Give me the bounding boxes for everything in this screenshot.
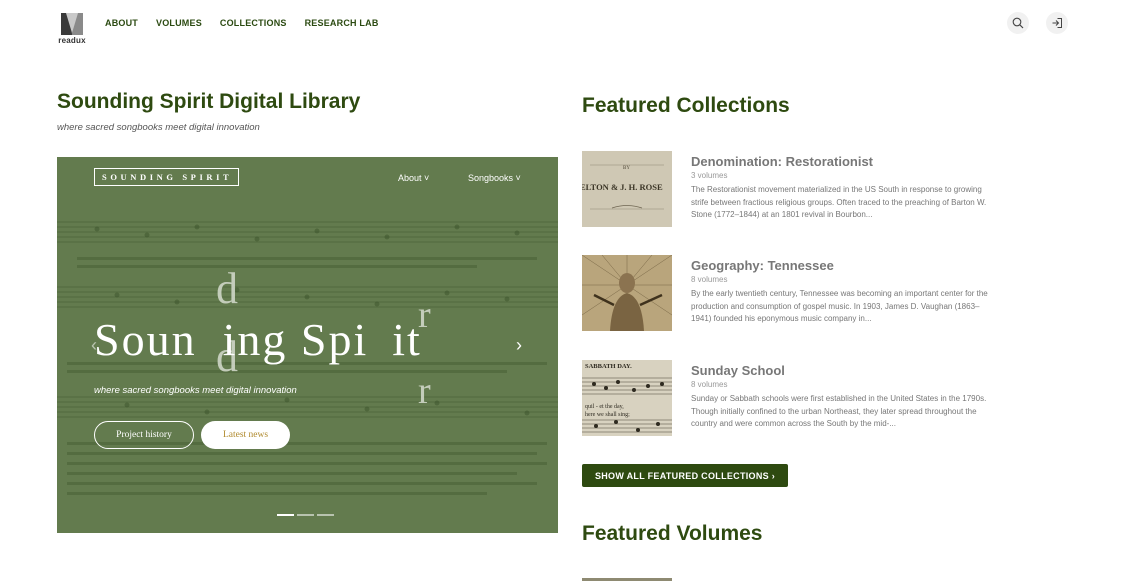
collection-name[interactable]: Sunday School [691,363,785,378]
hero-menu-about[interactable]: About ˅ [398,173,429,183]
floating-letter: r [418,370,431,412]
collection-card[interactable]: Geography: Tennessee 8 volumes By the ea… [582,255,1002,335]
readux-logo[interactable]: readux [57,13,87,45]
nav-volumes[interactable]: VOLUMES [156,18,202,28]
carousel-dot[interactable] [277,514,294,516]
carousel-indicators [277,514,334,516]
carousel-prev-icon[interactable]: ‹ [87,333,101,357]
hero-title-part: ing Spi [222,314,369,365]
collection-volume-count: 8 volumes [691,275,728,284]
search-button[interactable] [1007,12,1029,34]
floating-letter: d [216,264,238,313]
thumbnail-text: ELTON & J. H. ROSE [582,182,663,192]
collection-thumbnail[interactable] [582,255,672,331]
collection-thumbnail[interactable]: BY ELTON & J. H. ROSE [582,151,672,227]
collection-volume-count: 8 volumes [691,380,728,389]
site-header: readux ABOUT VOLUMES COLLECTIONS RESEARC… [0,0,1140,52]
main-nav: ABOUT VOLUMES COLLECTIONS RESEARCH LAB [105,18,379,28]
collection-name[interactable]: Denomination: Restorationist [691,154,873,169]
collection-volume-count: 3 volumes [691,171,728,180]
thumbnail-text: here we shall sing; [585,412,630,418]
latest-news-button[interactable]: Latest news [201,421,290,449]
readux-logo-icon [61,13,83,35]
collection-card[interactable]: SABBATH DAY. quil - et the day, here we … [582,360,1002,440]
thumbnail-text: SABBATH DAY. [585,363,632,370]
featured-collections-title: Featured Collections [582,94,790,117]
hero-title-part: Soun [94,314,197,365]
show-all-collections-button[interactable]: SHOW ALL FEATURED COLLECTIONS › [582,464,788,487]
collection-description: By the early twentieth century, Tennesse… [691,289,988,323]
library-title: Sounding Spirit Digital Library [57,90,361,113]
thumbnail-text: quil - et the day, [585,404,624,410]
hero-carousel[interactable]: SOUNDING SPIRIT About ˅ Songbooks ˅ d d … [57,157,558,533]
nav-collections[interactable]: COLLECTIONS [220,18,287,28]
hero-title: Soun ing Spi it [94,313,422,366]
collection-name[interactable]: Geography: Tennessee [691,258,834,273]
carousel-dot[interactable] [297,514,314,516]
nav-research-lab[interactable]: RESEARCH LAB [305,18,379,28]
collection-card[interactable]: BY ELTON & J. H. ROSE Denomination: Rest… [582,151,1002,231]
project-history-button[interactable]: Project history [94,421,194,449]
search-icon [1012,17,1024,29]
thumbnail-text: BY [623,166,630,171]
carousel-next-icon[interactable]: › [512,333,526,357]
hero-tagline: where sacred songbooks meet digital inno… [94,385,297,396]
collection-thumbnail[interactable]: SABBATH DAY. quil - et the day, here we … [582,360,672,436]
hero-title-part: it [392,314,422,365]
collection-description: Sunday or Sabbath schools were first est… [691,394,987,428]
nav-about[interactable]: ABOUT [105,18,138,28]
carousel-dot[interactable] [317,514,334,516]
logo-text: readux [58,36,86,45]
library-subtitle: where sacred songbooks meet digital inno… [57,122,260,133]
hero-brand-logo[interactable]: SOUNDING SPIRIT [94,168,240,186]
collection-description: The Restorationist movement materialized… [691,185,987,219]
featured-volumes-title: Featured Volumes [582,522,763,545]
hero-menu-songbooks[interactable]: Songbooks ˅ [468,173,521,183]
login-icon [1052,18,1062,28]
login-button[interactable] [1046,12,1068,34]
